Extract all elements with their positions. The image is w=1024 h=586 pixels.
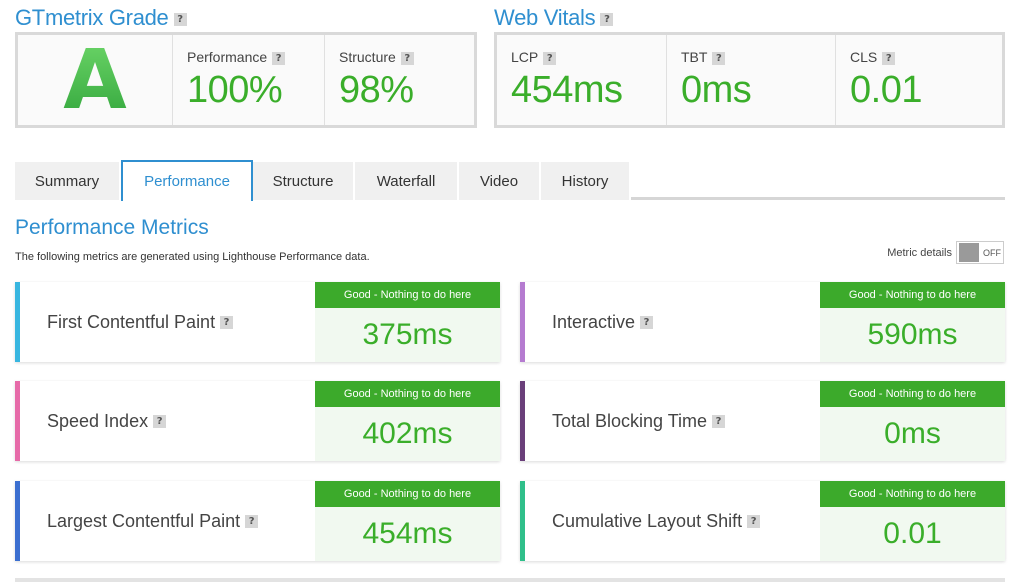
lcp-cell: LCP? 454ms bbox=[497, 35, 666, 125]
tbt-label: TBT bbox=[681, 49, 708, 65]
metric-card-speed-index: Speed Index? Good - Nothing to do here 4… bbox=[15, 381, 500, 461]
structure-label: Structure bbox=[339, 49, 396, 65]
help-icon[interactable]: ? bbox=[220, 315, 234, 329]
tab-video[interactable]: Video bbox=[459, 162, 541, 200]
web-vitals-panel: LCP? 454ms TBT? 0ms CLS? 0.01 bbox=[494, 32, 1005, 128]
good-badge: Good - Nothing to do here bbox=[315, 481, 500, 507]
help-icon[interactable]: ? bbox=[882, 51, 896, 65]
metric-value: 590ms bbox=[867, 318, 958, 351]
grade-cell: A bbox=[18, 32, 172, 128]
lcp-label: LCP bbox=[511, 49, 539, 65]
performance-value: 100% bbox=[187, 69, 283, 111]
metric-name: Total Blocking Time bbox=[552, 410, 708, 431]
metric-name: First Contentful Paint bbox=[47, 311, 216, 332]
help-icon[interactable]: ? bbox=[400, 51, 414, 65]
metric-name: Interactive bbox=[552, 311, 636, 332]
tab-waterfall[interactable]: Waterfall bbox=[355, 162, 459, 200]
good-badge: Good - Nothing to do here bbox=[315, 381, 500, 407]
metric-value: 0ms bbox=[884, 417, 941, 450]
performance-label: Performance bbox=[187, 49, 268, 65]
metric-value: 0.01 bbox=[883, 517, 942, 550]
help-icon[interactable]: ? bbox=[272, 51, 286, 65]
tab-structure[interactable]: Structure bbox=[253, 162, 355, 200]
help-icon[interactable]: ? bbox=[747, 514, 761, 528]
help-icon[interactable]: ? bbox=[600, 12, 614, 26]
metric-card-interactive: Interactive? Good - Nothing to do here 5… bbox=[520, 282, 1005, 362]
report-tabs: Summary Performance Structure Waterfall … bbox=[15, 160, 1005, 201]
performance-metrics-title: Performance Metrics bbox=[15, 216, 209, 239]
grade-panel: A Performance? 100% Structure? 98% bbox=[15, 32, 477, 128]
lcp-value: 454ms bbox=[511, 69, 623, 111]
good-badge: Good - Nothing to do here bbox=[315, 282, 500, 308]
metric-details-label: Metric details bbox=[887, 246, 952, 259]
web-vitals-title: Web Vitals? bbox=[494, 5, 614, 31]
tbt-value: 0ms bbox=[681, 69, 752, 111]
metric-card-cumulative-layout-shift: Cumulative Layout Shift? Good - Nothing … bbox=[520, 481, 1005, 561]
metric-result: Good - Nothing to do here 402ms bbox=[315, 381, 500, 461]
tab-performance[interactable]: Performance bbox=[121, 160, 253, 201]
good-badge: Good - Nothing to do here bbox=[820, 481, 1005, 507]
metric-name: Speed Index bbox=[47, 410, 149, 431]
metric-result: Good - Nothing to do here 375ms bbox=[315, 282, 500, 362]
metric-card-total-blocking-time: Total Blocking Time? Good - Nothing to d… bbox=[520, 381, 1005, 461]
cls-cell: CLS? 0.01 bbox=[835, 35, 1002, 125]
tbt-cell: TBT? 0ms bbox=[666, 35, 835, 125]
metric-card-first-contentful-paint: First Contentful Paint? Good - Nothing t… bbox=[15, 282, 500, 362]
help-icon[interactable]: ? bbox=[173, 12, 187, 26]
tab-history[interactable]: History bbox=[541, 162, 631, 200]
metric-name: Cumulative Layout Shift bbox=[552, 510, 743, 531]
metric-card-largest-contentful-paint: Largest Contentful Paint? Good - Nothing… bbox=[15, 481, 500, 561]
help-icon[interactable]: ? bbox=[712, 414, 726, 428]
metric-value: 402ms bbox=[362, 417, 453, 450]
cls-label: CLS bbox=[850, 49, 878, 65]
metric-details-toggle[interactable]: OFF bbox=[956, 241, 1004, 264]
good-badge: Good - Nothing to do here bbox=[820, 282, 1005, 308]
grade-letter: A bbox=[63, 32, 127, 128]
cls-value: 0.01 bbox=[850, 69, 922, 111]
metric-result: Good - Nothing to do here 454ms bbox=[315, 481, 500, 561]
metric-result: Good - Nothing to do here 590ms bbox=[820, 282, 1005, 362]
toggle-state: OFF bbox=[983, 247, 1001, 258]
help-icon[interactable]: ? bbox=[153, 414, 167, 428]
section-divider bbox=[15, 578, 1005, 582]
tab-summary[interactable]: Summary bbox=[15, 162, 121, 200]
metric-value: 454ms bbox=[362, 517, 453, 550]
help-icon[interactable]: ? bbox=[245, 514, 259, 528]
help-icon[interactable]: ? bbox=[712, 51, 726, 65]
performance-cell: Performance? 100% bbox=[172, 35, 324, 125]
structure-cell: Structure? 98% bbox=[324, 35, 474, 125]
gtmetrix-grade-title: GTmetrix Grade? bbox=[15, 5, 187, 31]
metric-result: Good - Nothing to do here 0.01 bbox=[820, 481, 1005, 561]
performance-metrics-description: The following metrics are generated usin… bbox=[15, 251, 370, 263]
metric-name: Largest Contentful Paint bbox=[47, 510, 241, 531]
metric-details-control: Metric details OFF bbox=[887, 241, 1004, 264]
metric-result: Good - Nothing to do here 0ms bbox=[820, 381, 1005, 461]
toggle-knob bbox=[959, 243, 979, 262]
good-badge: Good - Nothing to do here bbox=[820, 381, 1005, 407]
help-icon[interactable]: ? bbox=[543, 51, 557, 65]
metric-value: 375ms bbox=[362, 318, 453, 351]
structure-value: 98% bbox=[339, 69, 414, 111]
help-icon[interactable]: ? bbox=[640, 315, 654, 329]
